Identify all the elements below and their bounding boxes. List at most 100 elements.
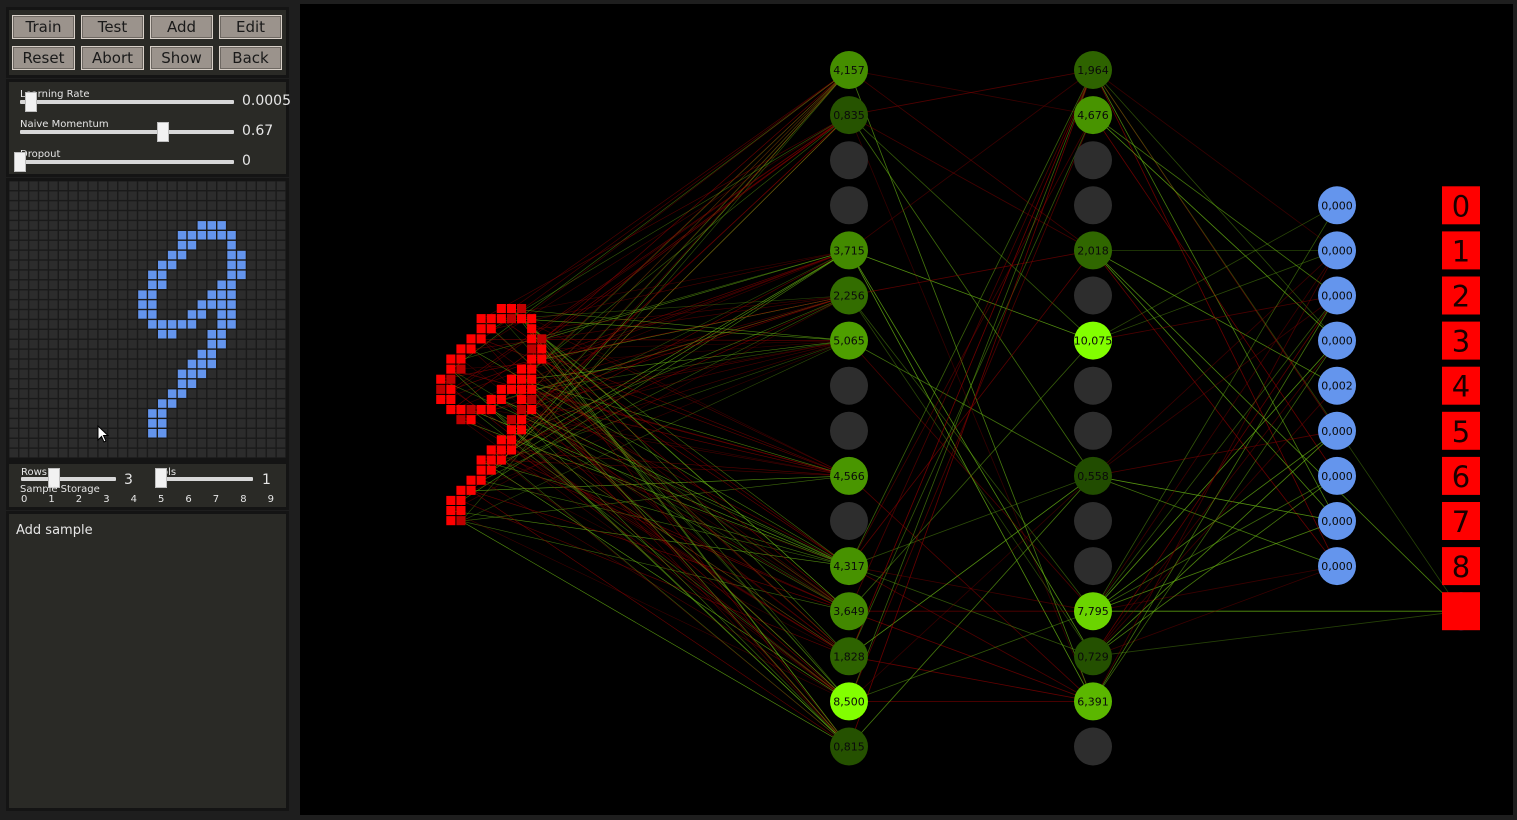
input-pixel[interactable] bbox=[237, 240, 246, 250]
input-pixel[interactable] bbox=[266, 191, 276, 200]
input-pixel[interactable] bbox=[118, 221, 127, 230]
input-pixel[interactable] bbox=[237, 369, 246, 379]
input-pixel[interactable] bbox=[29, 349, 38, 359]
input-pixel[interactable] bbox=[59, 349, 68, 359]
input-pixel[interactable] bbox=[88, 260, 98, 270]
input-pixel[interactable] bbox=[138, 201, 147, 210]
input-pixel[interactable] bbox=[98, 240, 108, 250]
input-pixel[interactable] bbox=[128, 419, 137, 428]
input-pixel[interactable] bbox=[29, 339, 38, 349]
input-pixel[interactable] bbox=[257, 280, 266, 290]
input-pixel[interactable] bbox=[19, 419, 28, 428]
input-pixel[interactable] bbox=[217, 240, 226, 250]
input-pixel[interactable] bbox=[78, 240, 88, 250]
input-pixel[interactable] bbox=[257, 419, 266, 428]
input-pixel[interactable] bbox=[167, 448, 177, 458]
input-pixel-on[interactable] bbox=[217, 320, 226, 329]
input-pixel[interactable] bbox=[49, 320, 58, 329]
input-pixel[interactable] bbox=[266, 270, 276, 280]
dropout-slider[interactable] bbox=[20, 160, 234, 164]
input-pixel[interactable] bbox=[227, 221, 236, 230]
input-pixel[interactable] bbox=[88, 379, 98, 389]
input-pixel[interactable] bbox=[68, 419, 78, 428]
input-pixel[interactable] bbox=[207, 280, 217, 290]
input-pixel[interactable] bbox=[88, 250, 98, 260]
input-pixel[interactable] bbox=[247, 270, 256, 280]
input-pixel[interactable] bbox=[197, 290, 207, 299]
input-pixel[interactable] bbox=[158, 290, 167, 299]
input-pixel[interactable] bbox=[68, 349, 78, 359]
input-pixel[interactable] bbox=[167, 409, 177, 418]
input-pixel[interactable] bbox=[257, 429, 266, 438]
input-pixel[interactable] bbox=[68, 280, 78, 290]
input-pixel[interactable] bbox=[88, 349, 98, 359]
input-pixel[interactable] bbox=[29, 310, 38, 319]
input-pixel[interactable] bbox=[68, 438, 78, 448]
input-pixel-on[interactable] bbox=[158, 429, 167, 438]
input-pixel[interactable] bbox=[128, 438, 137, 448]
input-pixel[interactable] bbox=[276, 349, 286, 359]
sample-storage-digit[interactable]: 8 bbox=[240, 494, 246, 505]
input-pixel[interactable] bbox=[276, 270, 286, 280]
input-pixel[interactable] bbox=[39, 379, 48, 389]
input-pixel[interactable] bbox=[247, 379, 256, 389]
input-pixel[interactable] bbox=[59, 399, 68, 408]
input-pixel[interactable] bbox=[29, 280, 38, 290]
input-pixel[interactable] bbox=[266, 438, 276, 448]
input-pixel[interactable] bbox=[78, 419, 88, 428]
input-pixel[interactable] bbox=[177, 201, 187, 210]
input-pixel[interactable] bbox=[108, 359, 118, 369]
input-pixel-on[interactable] bbox=[207, 300, 217, 309]
input-pixel[interactable] bbox=[39, 320, 48, 329]
input-pixel-on[interactable] bbox=[148, 290, 157, 299]
input-pixel[interactable] bbox=[39, 448, 48, 458]
input-pixel-on[interactable] bbox=[167, 260, 177, 270]
input-pixel[interactable] bbox=[257, 359, 266, 369]
input-pixel[interactable] bbox=[197, 438, 207, 448]
input-pixel[interactable] bbox=[266, 260, 276, 270]
input-pixel[interactable] bbox=[247, 181, 256, 191]
input-pixel[interactable] bbox=[39, 349, 48, 359]
input-pixel[interactable] bbox=[9, 201, 19, 210]
cols-thumb[interactable] bbox=[155, 468, 167, 488]
input-pixel[interactable] bbox=[19, 260, 28, 270]
input-pixel-on[interactable] bbox=[227, 290, 236, 299]
input-pixel[interactable] bbox=[227, 339, 236, 349]
input-pixel[interactable] bbox=[187, 419, 197, 428]
input-pixel[interactable] bbox=[68, 231, 78, 240]
input-pixel[interactable] bbox=[118, 448, 127, 458]
input-pixel[interactable] bbox=[108, 231, 118, 240]
input-pixel[interactable] bbox=[9, 330, 19, 339]
input-pixel[interactable] bbox=[19, 409, 28, 418]
input-pixel[interactable] bbox=[108, 409, 118, 418]
input-pixel[interactable] bbox=[9, 429, 19, 438]
input-pixel[interactable] bbox=[49, 240, 58, 250]
input-pixel[interactable] bbox=[118, 300, 127, 309]
input-pixel[interactable] bbox=[217, 270, 226, 280]
input-pixel[interactable] bbox=[128, 349, 137, 359]
input-pixel-on[interactable] bbox=[187, 320, 197, 329]
input-pixel[interactable] bbox=[108, 339, 118, 349]
input-pixel[interactable] bbox=[197, 270, 207, 280]
input-pixel[interactable] bbox=[148, 221, 157, 230]
add-button[interactable]: Add bbox=[150, 15, 213, 39]
input-pixel[interactable] bbox=[98, 369, 108, 379]
input-pixel[interactable] bbox=[68, 359, 78, 369]
input-pixel[interactable] bbox=[39, 231, 48, 240]
abort-button[interactable]: Abort bbox=[81, 46, 144, 70]
input-pixel[interactable] bbox=[237, 359, 246, 369]
input-pixel[interactable] bbox=[108, 448, 118, 458]
input-pixel[interactable] bbox=[138, 221, 147, 230]
input-pixel[interactable] bbox=[108, 389, 118, 398]
input-pixel[interactable] bbox=[68, 339, 78, 349]
input-pixel[interactable] bbox=[68, 379, 78, 389]
input-pixel[interactable] bbox=[257, 320, 266, 329]
input-pixel[interactable] bbox=[167, 211, 177, 220]
input-pixel[interactable] bbox=[237, 300, 246, 309]
input-pixel[interactable] bbox=[177, 349, 187, 359]
input-pixel[interactable] bbox=[78, 320, 88, 329]
input-pixel[interactable] bbox=[197, 250, 207, 260]
input-pixel[interactable] bbox=[88, 419, 98, 428]
input-pixel[interactable] bbox=[276, 221, 286, 230]
input-pixel[interactable] bbox=[59, 280, 68, 290]
